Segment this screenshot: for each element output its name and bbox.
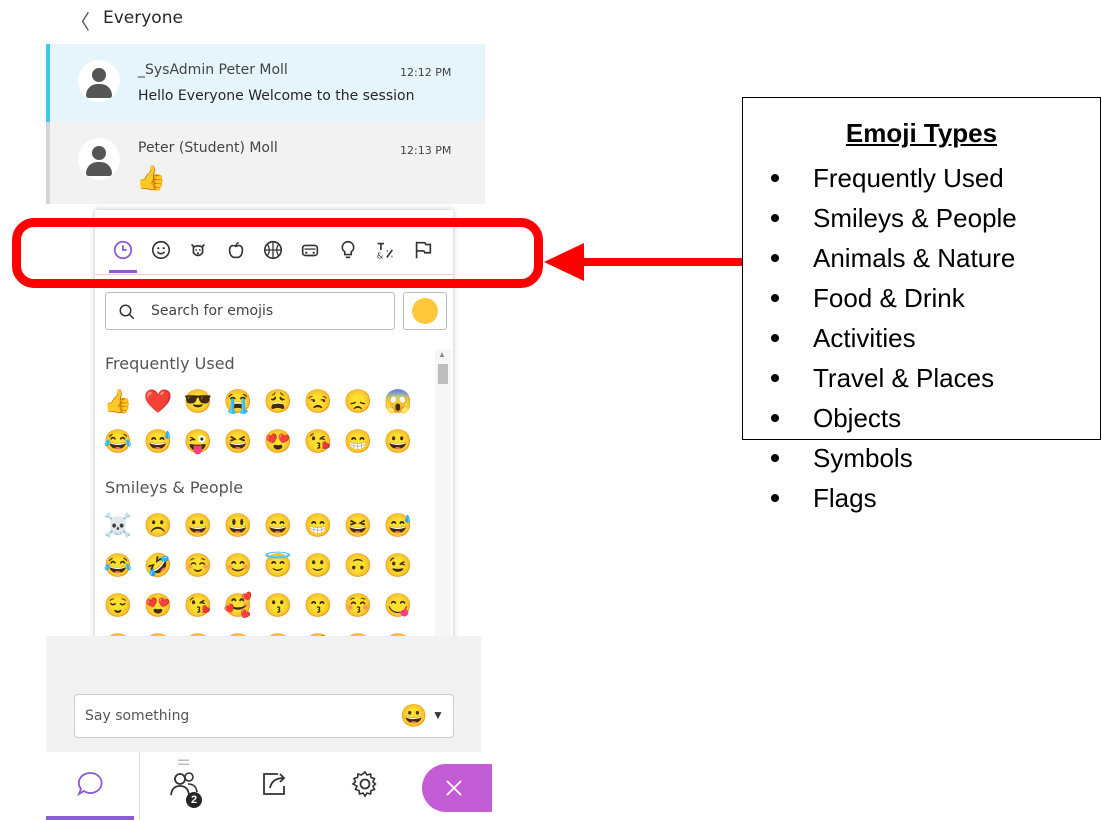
emoji-button[interactable]: 😁 (303, 510, 333, 540)
legend-item: Travel & Places (763, 358, 1017, 398)
emoji-row: 😌 😍 😘 🥰 😗 😙 😚 😋 (103, 590, 423, 624)
arrow-left-icon (544, 243, 584, 281)
close-panel-button[interactable] (422, 764, 492, 812)
attendees-tab[interactable]: — — 2 (139, 752, 228, 820)
legend-item: Activities (763, 318, 1017, 358)
message-emoji: 👍 (136, 165, 166, 192)
legend-list: Frequently Used Smileys & People Animals… (763, 158, 1017, 518)
emoji-button[interactable]: 😀 (183, 510, 213, 540)
legend-item: Frequently Used (763, 158, 1017, 198)
emoji-button[interactable]: 👍 (103, 386, 133, 416)
emoji-button[interactable]: 😄 (263, 510, 293, 540)
emoji-button[interactable]: 😆 (223, 426, 253, 456)
gear-icon (351, 770, 377, 798)
share-content-tab[interactable] (230, 752, 318, 820)
message-sender: Peter (Student) Moll (138, 140, 278, 156)
attendee-count-badge: 2 (186, 792, 202, 808)
emoji-button[interactable]: 😂 (103, 550, 133, 580)
conversation-title: Everyone (103, 8, 183, 28)
emoji-button[interactable]: 😩 (263, 386, 293, 416)
emoji-button[interactable]: 🤣 (143, 550, 173, 580)
emoji-button[interactable]: 🙂 (303, 550, 333, 580)
message-sender: _SysAdmin Peter Moll (138, 62, 288, 78)
emoji-button[interactable]: 😃 (223, 510, 253, 540)
emoji-button[interactable]: ☺️ (183, 550, 213, 580)
drag-handle-icon[interactable]: — — (178, 755, 189, 770)
search-icon (119, 304, 135, 320)
bottom-toolbar: — — 2 (46, 752, 492, 820)
close-icon (446, 780, 462, 796)
legend-item: Food & Drink (763, 278, 1017, 318)
chat-message: _SysAdmin Peter Moll 12:12 PM Hello Ever… (46, 44, 485, 122)
legend-item: Symbols (763, 438, 1017, 478)
avatar (78, 138, 120, 180)
chat-tab[interactable] (46, 752, 134, 820)
chat-message: Peter (Student) Moll 12:13 PM 👍 (46, 122, 485, 204)
legend-item: Animals & Nature (763, 238, 1017, 278)
emoji-row: ☠️ ☹️ 😀 😃 😄 😁 😆 😅 (103, 510, 423, 544)
back-chevron-icon[interactable]: 〈 (70, 6, 90, 35)
emoji-button[interactable]: 😉 (383, 550, 413, 580)
message-text: Hello Everyone Welcome to the session (138, 88, 415, 104)
chevron-down-icon[interactable]: ▼ (432, 708, 444, 722)
emoji-button[interactable]: 😘 (303, 426, 333, 456)
arrow-shaft (580, 258, 744, 266)
legend-item: Objects (763, 398, 1017, 438)
emoji-button[interactable]: 😒 (303, 386, 333, 416)
emoji-button[interactable]: 😀 (400, 703, 427, 729)
emoji-button[interactable]: 😜 (183, 426, 213, 456)
emoji-button[interactable]: 😋 (383, 590, 413, 620)
emoji-button[interactable]: 😆 (343, 510, 373, 540)
emoji-types-legend: Emoji Types Frequently Used Smileys & Pe… (742, 97, 1101, 513)
emoji-button[interactable]: ☹️ (143, 510, 173, 540)
emoji-search-input[interactable]: Search for emojis (105, 292, 395, 330)
section-title: Smileys & People (105, 478, 244, 497)
search-placeholder: Search for emojis (151, 303, 274, 319)
message-placeholder: Say something (85, 708, 190, 724)
emoji-button[interactable]: 😍 (263, 426, 293, 456)
emoji-button[interactable]: 😱 (383, 386, 413, 416)
legend-item: Smileys & People (763, 198, 1017, 238)
message-time: 12:12 PM (400, 66, 452, 79)
avatar (78, 60, 120, 102)
emoji-button[interactable]: 😅 (143, 426, 173, 456)
chat-bubble-icon (77, 772, 103, 797)
scroll-up-icon[interactable]: ▲ (438, 350, 446, 359)
emoji-button[interactable]: 😗 (263, 590, 293, 620)
emoji-button[interactable]: 😍 (143, 590, 173, 620)
emoji-button[interactable]: 😙 (303, 590, 333, 620)
emoji-button[interactable]: 🥰 (223, 590, 253, 620)
emoji-button[interactable]: 😇 (263, 550, 293, 580)
emoji-button[interactable]: 😁 (343, 426, 373, 456)
emoji-button[interactable]: 🙃 (343, 550, 373, 580)
emoji-button[interactable]: 😀 (383, 426, 413, 456)
scrollbar-thumb[interactable] (438, 364, 448, 384)
composer-area: Say something 😀 ▼ (46, 636, 481, 752)
message-time: 12:13 PM (400, 144, 452, 157)
skin-tone-selector[interactable] (403, 292, 447, 330)
emoji-row: 👍 ❤️ 😎 😭 😩 😒 😞 😱 (103, 386, 423, 420)
emoji-button[interactable]: 😅 (383, 510, 413, 540)
emoji-row: 😂 😅 😜 😆 😍 😘 😁 😀 (103, 426, 423, 460)
emoji-button[interactable]: ☠️ (103, 510, 133, 540)
legend-title: Emoji Types (845, 118, 998, 148)
emoji-button[interactable]: ❤️ (143, 386, 173, 416)
emoji-button[interactable]: 😞 (343, 386, 373, 416)
emoji-button[interactable]: 😎 (183, 386, 213, 416)
skin-tone-swatch (412, 298, 438, 324)
message-input[interactable]: Say something 😀 ▼ (74, 694, 454, 738)
legend-item: Flags (763, 478, 1017, 518)
emoji-button[interactable]: 😚 (343, 590, 373, 620)
settings-tab[interactable] (321, 752, 409, 820)
section-title: Frequently Used (105, 354, 235, 373)
emoji-button[interactable]: 😂 (103, 426, 133, 456)
emoji-button[interactable]: 😭 (223, 386, 253, 416)
emoji-row: 😂 🤣 ☺️ 😊 😇 🙂 🙃 😉 (103, 550, 423, 584)
emoji-button[interactable]: 😊 (223, 550, 253, 580)
share-icon (263, 773, 286, 795)
emoji-button[interactable]: 😌 (103, 590, 133, 620)
category-highlight-box (12, 218, 543, 288)
emoji-button[interactable]: 😘 (183, 590, 213, 620)
